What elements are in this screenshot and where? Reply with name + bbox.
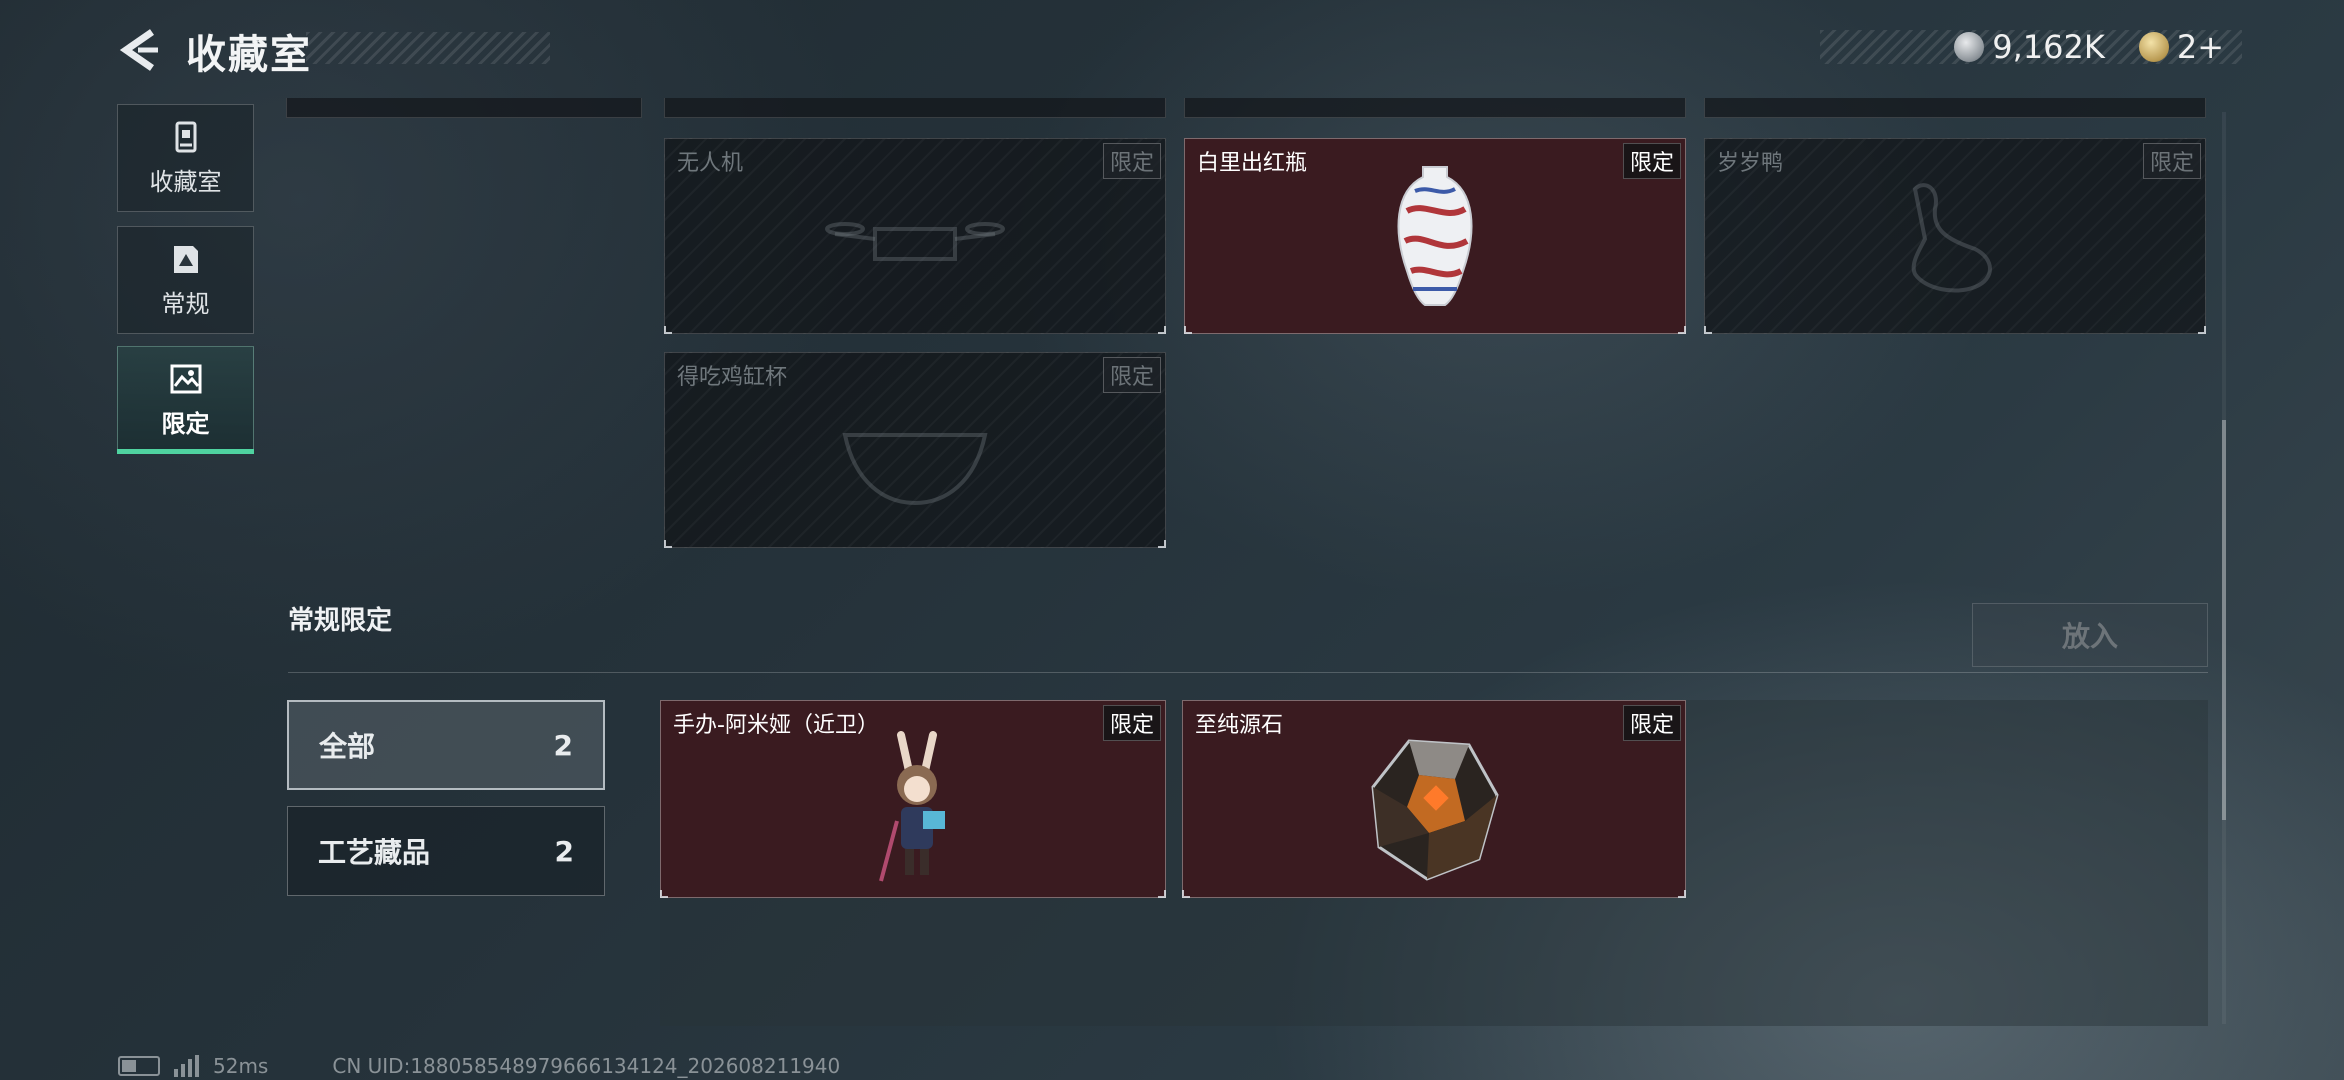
collection-card-chicken-cup[interactable]: 得吃鸡缸杯 限定 (664, 352, 1166, 548)
card-name: 岁岁鸭 (1717, 151, 1784, 176)
filter-craft-collection[interactable]: 工艺藏品 2 (287, 806, 605, 896)
ticket-value: 2+ (2176, 28, 2224, 66)
sidebar-item-label: 限定 (161, 409, 210, 438)
silver-coin-icon (1954, 32, 1985, 62)
card-name: 至纯源石 (1195, 713, 1284, 738)
originium-crystal-icon (1371, 739, 1499, 881)
filter-label: 工艺藏品 (318, 836, 431, 869)
card-name: 白里出红瓶 (1197, 151, 1308, 176)
limited-image-icon (170, 364, 201, 393)
sidebar-item-label: 常规 (161, 289, 210, 318)
sidebar-item-label: 收藏室 (149, 167, 222, 196)
porcelain-vase-icon (1397, 166, 1473, 306)
collection-card-duck[interactable]: 岁岁鸭 限定 (1704, 138, 2206, 334)
ping-value: 52ms (213, 1054, 269, 1078)
limited-tag: 限定 (1102, 143, 1161, 179)
sidebar-item-regular[interactable]: 常规 (117, 226, 254, 334)
partial-card (286, 98, 642, 118)
section-divider (288, 672, 2208, 673)
drone-silhouette-icon (825, 222, 1005, 261)
cup-silhouette-icon (842, 433, 988, 506)
currency-bar: 9,162K 2+ (1820, 28, 2242, 66)
collection-room-icon (175, 121, 196, 152)
collection-card-amiya-figure[interactable]: 手办-阿米娅（近卫） 限定 (660, 700, 1166, 898)
collection-card-red-vase[interactable]: 白里出红瓶 限定 (1184, 138, 1686, 334)
gold-token-icon (2138, 32, 2169, 62)
battery-icon (118, 1056, 160, 1076)
back-arrow-icon[interactable] (118, 28, 162, 72)
scrollbar-thumb[interactable] (2222, 420, 2226, 820)
limited-tag: 限定 (1622, 143, 1681, 179)
put-in-button[interactable]: 放入 (1972, 603, 2208, 667)
status-footer: 52ms CN UID:1880585489796661341​24_20260… (118, 1054, 840, 1078)
uid-text: CN UID:1880585489796661341​24_2026082119… (332, 1054, 841, 1078)
regular-book-icon (173, 245, 198, 273)
duck-silhouette-icon (1911, 183, 1992, 293)
collection-card-pure-originium[interactable]: 至纯源石 限定 (1182, 700, 1686, 898)
filter-count: 2 (553, 728, 573, 762)
card-name: 手办-阿米娅（近卫） (673, 713, 879, 738)
limited-tag: 限定 (2142, 143, 2201, 179)
filter-label: 全部 (319, 730, 376, 763)
limited-tag: 限定 (1102, 705, 1161, 741)
title-decoration (306, 32, 550, 64)
partial-card (1184, 98, 1686, 118)
limited-tag: 限定 (1622, 705, 1681, 741)
page-title: 收藏室 (186, 32, 312, 78)
signal-icon (174, 1055, 199, 1077)
card-name: 得吃鸡缸杯 (677, 365, 788, 390)
filter-all[interactable]: 全部 2 (287, 700, 605, 790)
card-name: 无人机 (677, 151, 744, 176)
figure-character-icon (879, 731, 945, 882)
partial-card (1704, 98, 2206, 118)
partial-card (664, 98, 1166, 118)
filter-count: 2 (554, 834, 574, 868)
section-title: 常规限定 (288, 606, 393, 636)
limited-tag: 限定 (1102, 357, 1161, 393)
currency-value: 9,162K (1992, 28, 2105, 66)
collection-card-drone[interactable]: 无人机 限定 (664, 138, 1166, 334)
sidebar-item-limited[interactable]: 限定 (117, 346, 254, 454)
active-tab-indicator (117, 449, 254, 454)
sidebar-item-collection-room[interactable]: 收藏室 (117, 104, 254, 212)
